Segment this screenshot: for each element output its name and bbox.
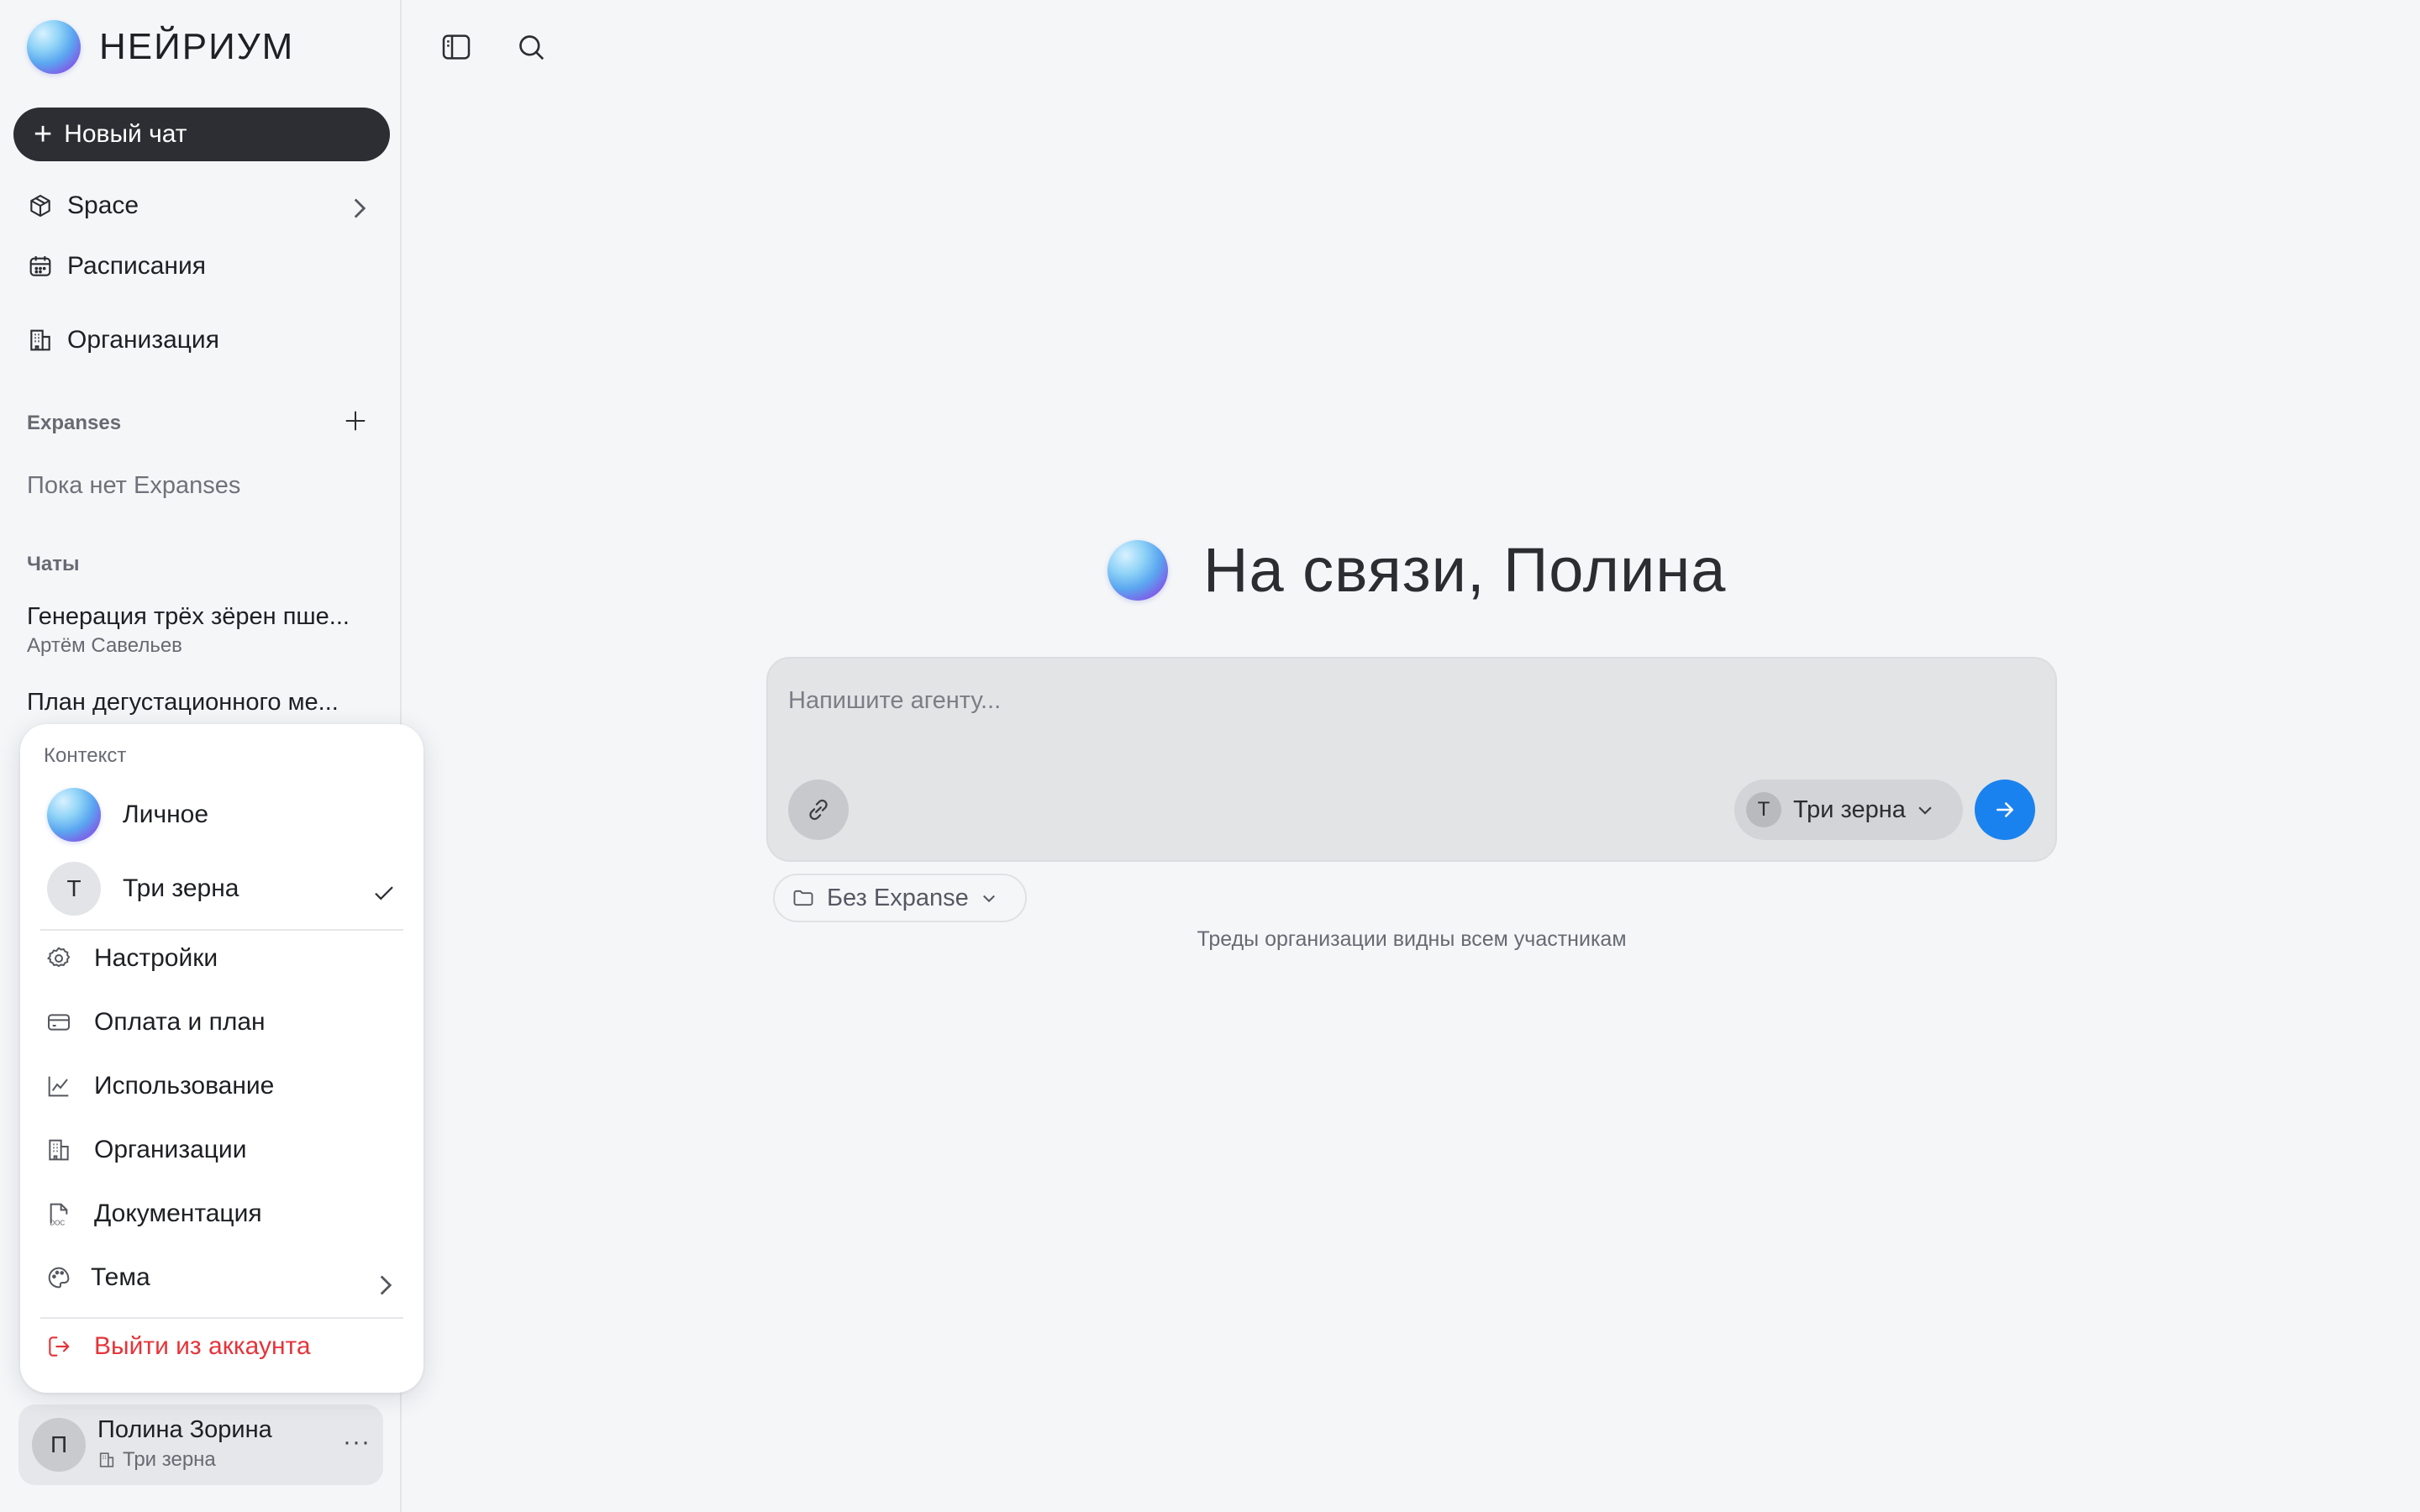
user-org-label: Три зерна [123, 1448, 216, 1471]
menu-item-label: Тема [91, 1263, 150, 1291]
user-account-button[interactable]: П Полина Зорина Три зерна ··· [18, 1404, 383, 1485]
menu-item-label: Использование [94, 1072, 275, 1100]
sidebar-item-schedules[interactable]: Расписания [27, 252, 206, 281]
menu-item-label: Организации [94, 1136, 247, 1163]
chevron-right-icon [380, 1275, 392, 1295]
message-input[interactable] [788, 684, 1965, 717]
cube-icon [30, 194, 50, 218]
new-chat-label: Новый чат [64, 120, 187, 148]
chevron-down-icon [1918, 806, 1932, 815]
brand-name: НЕЙРИУМ [99, 26, 295, 67]
send-button[interactable] [1975, 780, 2035, 840]
svg-text:DOC: DOC [50, 1219, 65, 1226]
attach-button[interactable] [788, 780, 849, 840]
user-name: Полина Зорина [97, 1416, 272, 1443]
avatar: Т [1746, 792, 1781, 827]
context-option-personal[interactable]: Личное [47, 788, 208, 842]
account-menu-popup: Контекст Личное Т Три зерна Настройки Оп… [20, 724, 424, 1393]
sidebar-item-label: Space [67, 192, 139, 219]
credit-card-icon [48, 1014, 70, 1031]
more-options-icon[interactable]: ··· [343, 1428, 371, 1457]
avatar: П [32, 1418, 86, 1472]
context-option-three-grains[interactable]: Т Три зерна [47, 862, 239, 916]
menu-item-theme[interactable]: Тема [45, 1263, 150, 1292]
chevron-right-icon[interactable] [350, 197, 370, 220]
brand-orb-icon [27, 20, 81, 74]
expanse-selector[interactable]: Без Expanse [773, 874, 1027, 922]
plus-icon: + [34, 117, 53, 152]
menu-divider [40, 929, 403, 931]
organization-select[interactable]: Т Три зерна [1734, 780, 1963, 840]
logout-label: Выйти из аккаунта [94, 1332, 311, 1360]
building-icon [30, 329, 50, 351]
context-label: Личное [123, 801, 209, 828]
building-icon [99, 1452, 114, 1467]
logout-button[interactable]: Выйти из аккаунта [45, 1332, 311, 1361]
logout-icon [49, 1336, 70, 1357]
organization-select-label: Три зерна [1793, 795, 1906, 823]
gear-icon [46, 947, 71, 968]
context-label: Три зерна [123, 874, 239, 902]
sidebar-item-label: Организация [67, 326, 219, 354]
arrow-right-icon [1996, 802, 2013, 817]
avatar: Т [47, 862, 101, 916]
chevron-down-icon [982, 895, 995, 903]
expanses-empty-text: Пока нет Expanses [27, 472, 241, 499]
checkmark-icon [375, 886, 393, 900]
menu-item-label: Оплата и план [94, 1008, 266, 1036]
menu-item-settings[interactable]: Настройки [45, 944, 218, 973]
sidebar-item-label: Расписания [67, 252, 206, 280]
search-icon[interactable] [514, 30, 548, 64]
menu-item-usage[interactable]: Использование [45, 1072, 274, 1100]
app-window: НЕЙРИУМ + Новый чат Space Расписания Орг… [0, 0, 2420, 1512]
paperclip-icon [809, 799, 828, 821]
building-icon [49, 1139, 69, 1161]
expanses-section-label: Expanses [27, 412, 122, 434]
chat-title: Генерация трёх зёрен пше... [27, 603, 350, 630]
palette-icon [48, 1267, 70, 1289]
chat-title: План дегустационного ме... [27, 689, 339, 716]
greeting: На связи, Полина [1107, 534, 1726, 606]
message-composer: Т Три зерна [766, 657, 2057, 862]
chat-list-item[interactable]: План дегустационного ме... [27, 689, 380, 717]
new-chat-button[interactable]: + Новый чат [13, 108, 390, 161]
doc-file-icon: DOC [50, 1203, 68, 1226]
folder-icon [793, 890, 813, 906]
menu-item-documentation[interactable]: DOC Документация [45, 1200, 262, 1228]
greeting-text: На связи, Полина [1203, 535, 1727, 605]
brand-logo[interactable]: НЕЙРИУМ [27, 20, 294, 74]
menu-divider [40, 1317, 403, 1319]
toggle-sidebar-icon[interactable] [439, 30, 473, 64]
chat-list-item[interactable]: Генерация трёх зёрен пше... Артём Савель… [27, 603, 380, 658]
menu-item-billing[interactable]: Оплата и план [45, 1008, 266, 1037]
user-org: Три зерна [97, 1448, 216, 1472]
personal-orb-icon [47, 788, 101, 842]
assistant-orb-icon [1107, 539, 1168, 601]
context-section-label: Контекст [44, 744, 127, 767]
expanse-selector-label: Без Expanse [827, 884, 969, 911]
visibility-note: Треды организации видны всем участникам [1197, 927, 1627, 951]
sidebar-item-organization[interactable]: Организация [27, 326, 219, 354]
chart-line-icon [48, 1076, 69, 1097]
menu-item-organizations[interactable]: Организации [45, 1136, 246, 1164]
sidebar-item-space[interactable]: Space [27, 192, 139, 220]
menu-item-label: Настройки [94, 944, 218, 972]
chats-section-label: Чаты [27, 553, 80, 575]
add-expanse-plus-icon[interactable] [343, 408, 368, 433]
chat-author: Артём Савельев [27, 634, 182, 657]
menu-item-label: Документация [94, 1200, 262, 1227]
calendar-icon [29, 256, 51, 276]
